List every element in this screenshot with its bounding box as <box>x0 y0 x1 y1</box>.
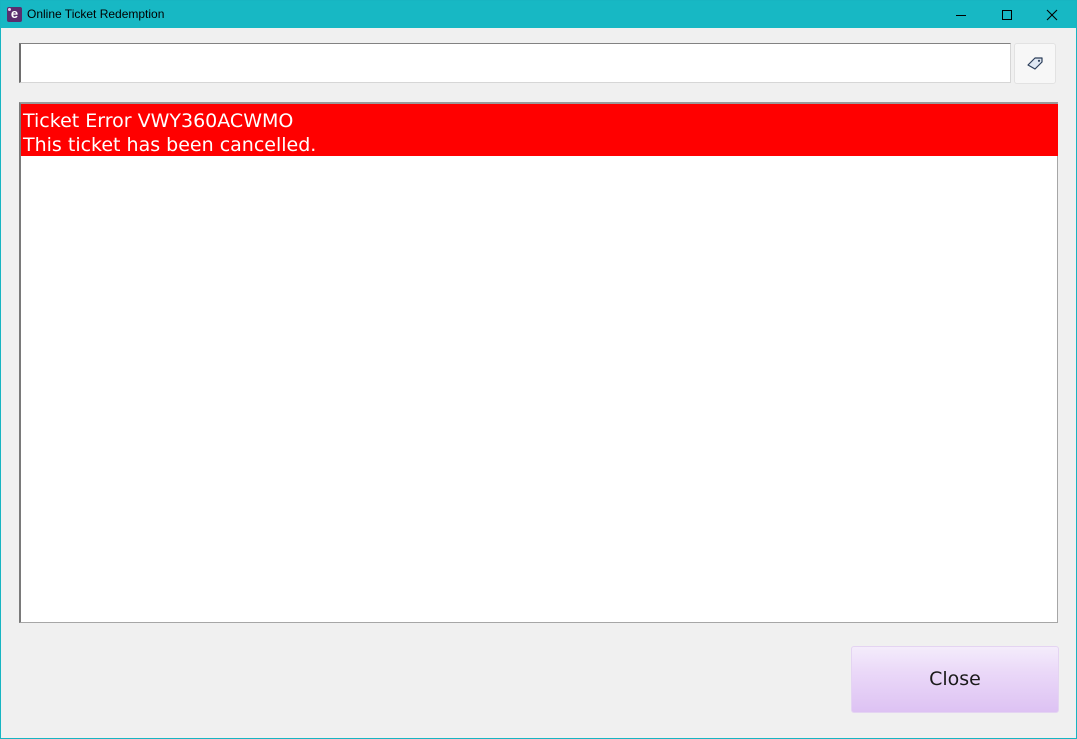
maximize-button[interactable] <box>985 1 1031 28</box>
minimize-icon <box>956 15 966 16</box>
app-logo-e-icon: e <box>7 7 22 22</box>
error-title: Ticket Error VWY360ACWMO <box>23 110 294 132</box>
app-logo-letter: e <box>10 6 19 21</box>
message-panel: Ticket Error VWY360ACWMO This ticket has… <box>19 102 1058 623</box>
ticket-code-input[interactable] <box>19 43 1011 83</box>
close-window-button[interactable] <box>1030 1 1076 28</box>
maximize-icon <box>1002 10 1012 20</box>
close-button[interactable]: Close <box>851 646 1059 713</box>
window-title: Online Ticket Redemption <box>27 7 165 21</box>
title-bar[interactable]: e Online Ticket Redemption <box>1 1 1076 28</box>
ticket-tag-icon <box>1027 57 1043 70</box>
app-logo-dot <box>8 8 11 11</box>
error-banner: Ticket Error VWY360ACWMO This ticket has… <box>21 104 1058 156</box>
close-icon <box>1046 9 1058 21</box>
error-detail: This ticket has been cancelled. <box>23 134 317 156</box>
redeem-ticket-button[interactable] <box>1014 43 1056 84</box>
application-window: e Online Ticket Redemption Ticket Error … <box>0 0 1077 739</box>
minimize-button[interactable] <box>939 1 985 28</box>
